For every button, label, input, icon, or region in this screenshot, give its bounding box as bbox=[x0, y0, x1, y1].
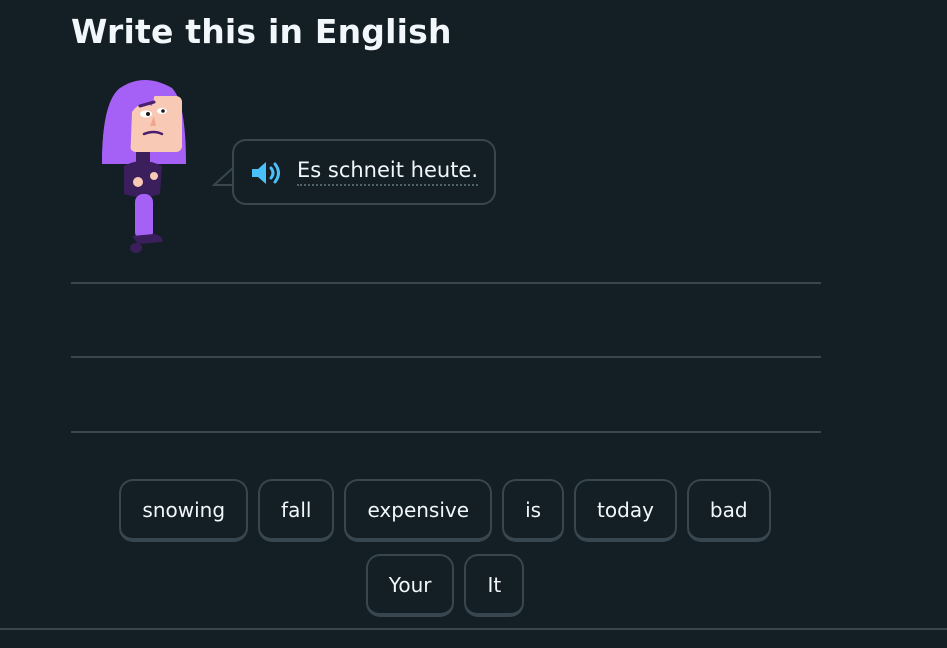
word-chip-your[interactable]: Your bbox=[365, 554, 455, 617]
word-bank: snowing fall expensive is today bad Your… bbox=[0, 479, 890, 629]
character-illustration bbox=[102, 80, 186, 253]
page-title: Write this in English bbox=[71, 12, 452, 51]
speech-bubble-tail bbox=[212, 166, 234, 186]
speaker-icon[interactable] bbox=[250, 159, 286, 187]
word-chip-it[interactable]: It bbox=[464, 554, 525, 617]
word-bank-row: Your It bbox=[0, 554, 890, 617]
speech-bubble: Es schneit heute. bbox=[232, 139, 496, 205]
word-chip-fall[interactable]: fall bbox=[258, 479, 335, 542]
word-chip-bad[interactable]: bad bbox=[686, 479, 771, 542]
exercise-page: Write this in English Es schneit heute. … bbox=[0, 0, 947, 648]
word-chip-expensive[interactable]: expensive bbox=[344, 479, 493, 542]
prompt-sentence[interactable]: Es schneit heute. bbox=[297, 158, 479, 186]
word-chip-is[interactable]: is bbox=[502, 479, 565, 542]
word-chip-snowing[interactable]: snowing bbox=[119, 479, 249, 542]
answer-line bbox=[71, 431, 821, 433]
answer-line bbox=[71, 356, 821, 358]
word-bank-row: snowing fall expensive is today bad bbox=[0, 479, 890, 542]
word-chip-today[interactable]: today bbox=[574, 479, 677, 542]
footer-divider bbox=[0, 628, 947, 630]
answer-line bbox=[71, 282, 821, 284]
